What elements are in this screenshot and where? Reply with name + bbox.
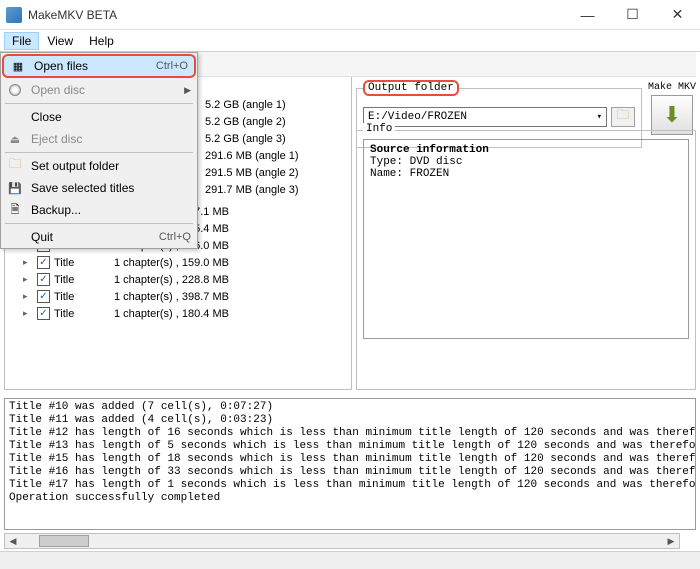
window-title: MakeMKV BETA	[28, 8, 565, 22]
submenu-arrow-icon: ▶	[184, 85, 191, 96]
disc-icon	[7, 82, 23, 98]
info-group-label: Info	[363, 123, 395, 135]
statusbar	[0, 551, 700, 569]
app-icon	[6, 7, 22, 23]
output-path-select[interactable]: E:/Video/FROZEN ▾	[363, 107, 607, 127]
folder-icon: 🗀	[7, 158, 23, 174]
menu-set-output-folder[interactable]: 🗀 Set output folder	[1, 155, 197, 177]
expand-icon[interactable]: ▸	[23, 257, 33, 268]
minimize-button[interactable]: —	[565, 0, 610, 30]
chevron-down-icon: ▾	[597, 112, 602, 122]
title-checkbox[interactable]: ✓	[37, 307, 50, 320]
menu-open-files[interactable]: ▦ Open files Ctrl+O	[2, 54, 196, 78]
output-path-value: E:/Video/FROZEN	[368, 111, 467, 123]
title-info: 1 chapter(s) , 159.0 MB	[114, 257, 229, 269]
horizontal-scrollbar[interactable]: ◀ ▶	[4, 533, 680, 549]
expand-icon[interactable]: ▸	[23, 308, 33, 319]
title-row[interactable]: ▸ ✓ Title1 chapter(s) , 159.0 MB	[5, 254, 351, 271]
title-info: 1 chapter(s) , 398.7 MB	[114, 291, 229, 303]
window-controls: — ☐ ✕	[565, 0, 700, 30]
folder-icon: 🗀	[616, 106, 629, 128]
backup-icon: 🗎	[7, 202, 23, 218]
menu-separator	[5, 103, 193, 104]
menu-eject-disc[interactable]: ⏏ Eject disc	[1, 128, 197, 150]
file-icon: ▦	[10, 58, 26, 74]
info-name-row: Name: FROZEN	[370, 168, 682, 180]
scroll-left-icon[interactable]: ◀	[5, 536, 21, 547]
log-pane: Title #10 was added (7 cell(s), 0:07:27)…	[4, 398, 696, 530]
make-mkv-icon: ⬇	[663, 102, 681, 128]
title-row[interactable]: ▸ ✓ Title1 chapter(s) , 398.7 MB	[5, 288, 351, 305]
expand-icon[interactable]: ▸	[23, 291, 33, 302]
make-mkv-label: Make MKV	[648, 82, 696, 93]
menu-close[interactable]: Close	[1, 106, 197, 128]
menu-save-selected-titles[interactable]: 💾 Save selected titles	[1, 177, 197, 199]
menu-separator	[5, 152, 193, 153]
menu-quit[interactable]: Quit Ctrl+Q	[1, 226, 197, 248]
menu-open-disc[interactable]: Open disc ▶	[1, 79, 197, 101]
menubar: File View Help	[0, 30, 700, 52]
info-box: Source information Type: DVD disc Name: …	[363, 139, 689, 339]
title-info: 1 chapter(s) , 228.8 MB	[114, 274, 229, 286]
output-folder-label: Output folder	[363, 80, 459, 96]
scrollbar-thumb[interactable]	[39, 535, 89, 547]
title-name: Title	[54, 274, 114, 286]
right-pane: Output folder E:/Video/FROZEN ▾ 🗀 Make M…	[356, 56, 696, 390]
make-mkv-button[interactable]: ⬇	[651, 95, 693, 135]
save-icon: 💾	[7, 180, 23, 196]
info-type-row: Type: DVD disc	[370, 156, 682, 168]
title-row[interactable]: ▸ ✓ Title1 chapter(s) , 180.4 MB	[5, 305, 351, 322]
info-header: Source information	[370, 144, 682, 156]
info-group: Info Source information Type: DVD disc N…	[356, 130, 696, 390]
menu-help[interactable]: Help	[81, 32, 122, 50]
close-button[interactable]: ✕	[655, 0, 700, 30]
title-checkbox[interactable]: ✓	[37, 290, 50, 303]
file-menu-dropdown: ▦ Open files Ctrl+O Open disc ▶ Close ⏏ …	[0, 52, 198, 249]
title-name: Title	[54, 257, 114, 269]
titlebar: MakeMKV BETA — ☐ ✕	[0, 0, 700, 30]
title-checkbox[interactable]: ✓	[37, 273, 50, 286]
scroll-right-icon[interactable]: ▶	[663, 536, 679, 547]
title-checkbox[interactable]: ✓	[37, 256, 50, 269]
menu-separator	[5, 223, 193, 224]
menu-backup[interactable]: 🗎 Backup...	[1, 199, 197, 221]
menu-view[interactable]: View	[39, 32, 81, 50]
eject-icon: ⏏	[7, 131, 23, 147]
expand-icon[interactable]: ▸	[23, 274, 33, 285]
menu-file[interactable]: File	[4, 32, 39, 50]
title-name: Title	[54, 308, 114, 320]
maximize-button[interactable]: ☐	[610, 0, 655, 30]
title-row[interactable]: ▸ ✓ Title1 chapter(s) , 228.8 MB	[5, 271, 351, 288]
browse-folder-button[interactable]: 🗀	[611, 107, 635, 127]
title-info: 1 chapter(s) , 180.4 MB	[114, 308, 229, 320]
title-name: Title	[54, 291, 114, 303]
